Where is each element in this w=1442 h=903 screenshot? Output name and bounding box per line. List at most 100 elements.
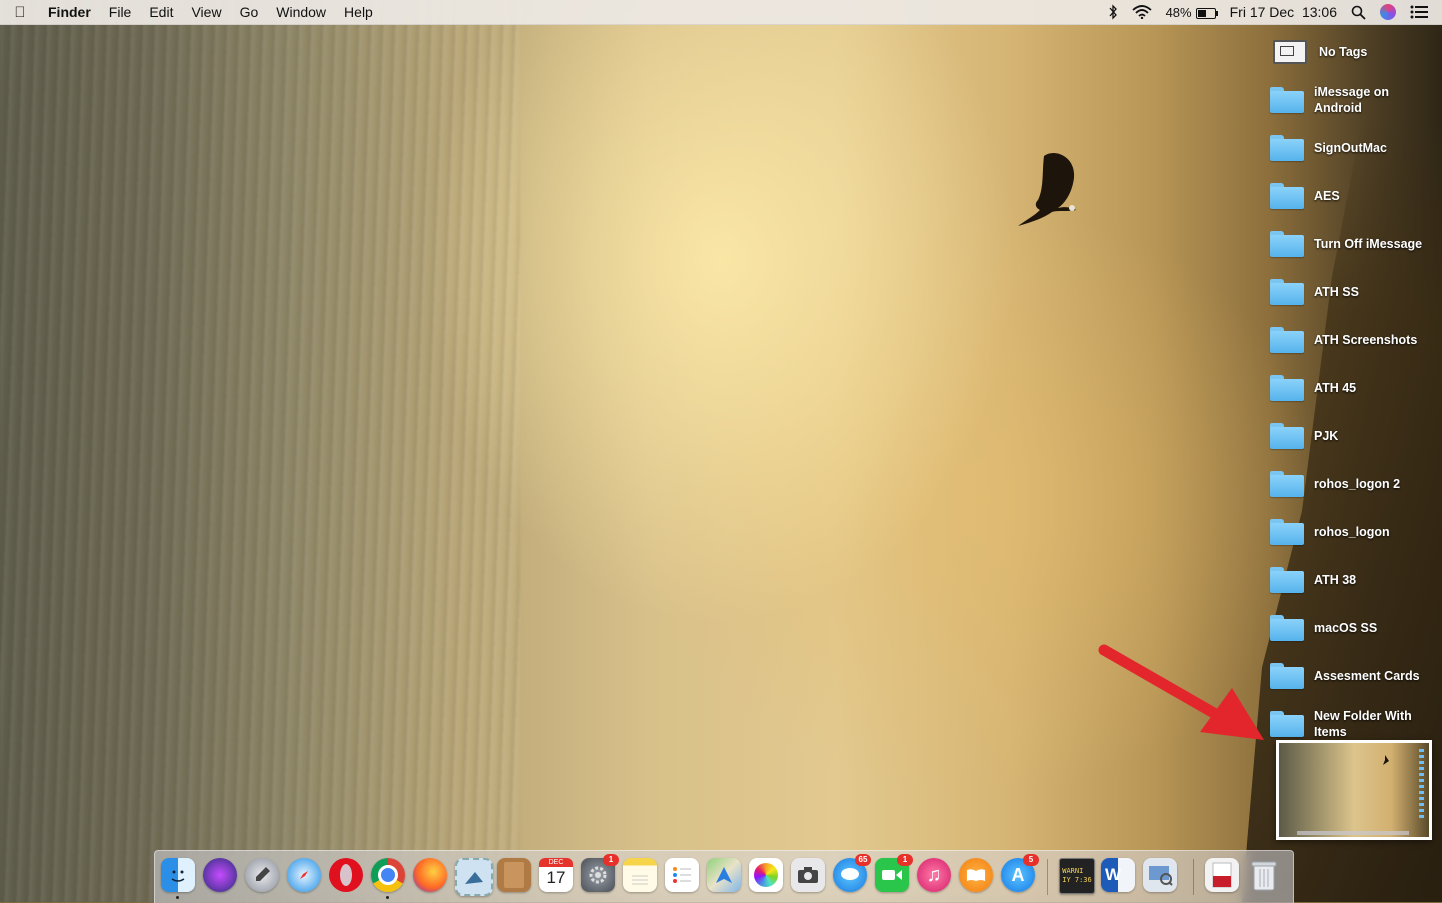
- desktop-item-no-tags[interactable]: No Tags: [1270, 30, 1442, 74]
- desktop-item-label: ATH 45: [1314, 381, 1357, 395]
- folder-icon: [1270, 519, 1304, 545]
- menu-file[interactable]: File: [100, 4, 141, 20]
- apple-menu-icon[interactable]: : [0, 4, 40, 21]
- menu-help[interactable]: Help: [335, 4, 382, 20]
- console-text: WARNI IY 7:36: [1062, 867, 1092, 884]
- tag-icon: [1273, 40, 1307, 64]
- siri-icon[interactable]: [1380, 4, 1396, 20]
- desktop-item-label: ATH 38: [1314, 573, 1357, 587]
- menu-edit[interactable]: Edit: [140, 4, 182, 20]
- mail-icon[interactable]: [455, 858, 493, 896]
- dock: DEC 17 1 65 1 ♫ A 5 WARNI IY 7:36 W: [154, 850, 1294, 903]
- calendar-month: DEC: [539, 858, 573, 867]
- desktop-folder-macos-ss[interactable]: macOS SS: [1270, 606, 1442, 650]
- desktop-wallpaper: [0, 0, 1442, 902]
- menu-view[interactable]: View: [182, 4, 230, 20]
- chrome-icon[interactable]: [371, 858, 405, 892]
- launchpad-icon[interactable]: [245, 858, 279, 892]
- word-letter: W: [1105, 865, 1122, 884]
- opera-icon[interactable]: [329, 858, 363, 892]
- folder-icon: [1270, 231, 1304, 257]
- desktop-folder-ath-45[interactable]: ATH 45: [1270, 366, 1442, 410]
- finder-running-indicator: [176, 896, 179, 899]
- clock[interactable]: Fri 17 Dec 13:06: [1230, 4, 1337, 20]
- eagle-image: [1018, 152, 1076, 226]
- desktop-folder-aes[interactable]: AES: [1270, 174, 1442, 218]
- screenshot-app-icon[interactable]: [791, 858, 825, 892]
- folder-icon: [1270, 663, 1304, 689]
- screenshot-thumbnail[interactable]: [1276, 740, 1432, 840]
- menu-finder[interactable]: Finder: [40, 4, 100, 20]
- desktop-item-label: rohos_logon 2: [1314, 477, 1401, 491]
- desktop-item-label: New Folder With Items: [1314, 709, 1412, 739]
- desktop-folder-signoutmac[interactable]: SignOutMac: [1270, 126, 1442, 170]
- dock-separator: [1193, 859, 1194, 895]
- facetime-icon[interactable]: 1: [875, 854, 913, 892]
- desktop-folder-ath-38[interactable]: ATH 38: [1270, 558, 1442, 602]
- music-icon[interactable]: ♫: [917, 858, 951, 892]
- bluetooth-icon[interactable]: [1108, 4, 1118, 20]
- notes-icon[interactable]: [623, 858, 657, 892]
- desktop-item-label: Assesment Cards: [1314, 669, 1420, 683]
- annotation-arrow-icon: [1098, 644, 1264, 740]
- desktop-folder-imessage-on-android[interactable]: iMessage on Android: [1270, 78, 1442, 122]
- desktop-folder-ath-ss[interactable]: ATH SS: [1270, 270, 1442, 314]
- trash-icon[interactable]: [1247, 858, 1281, 892]
- battery-status[interactable]: 48%: [1166, 5, 1218, 20]
- calendar-day: 17: [546, 868, 566, 887]
- app-store-icon[interactable]: A 5: [1001, 854, 1039, 892]
- desktop-folder-rohos-logon[interactable]: rohos_logon: [1270, 510, 1442, 554]
- system-preferences-badge: 1: [603, 854, 619, 866]
- desktop-item-label: rohos_logon: [1314, 525, 1390, 539]
- desktop-item-label: ATH SS: [1314, 285, 1359, 299]
- console-icon[interactable]: WARNI IY 7:36: [1059, 858, 1095, 894]
- folder-icon: [1270, 279, 1304, 305]
- folder-icon: [1270, 183, 1304, 209]
- desktop-folder-ath-screenshots[interactable]: ATH Screenshots: [1270, 318, 1442, 362]
- firefox-icon[interactable]: [413, 858, 447, 892]
- thumbnail-eagle-icon: [1383, 755, 1389, 765]
- menu-bar:  Finder File Edit View Go Window Help 4…: [0, 0, 1442, 25]
- desktop-folder-turn-off-imessage[interactable]: Turn Off iMessage: [1270, 222, 1442, 266]
- thumbnail-desktop-icons: [1419, 749, 1424, 819]
- photos-icon[interactable]: [749, 858, 783, 892]
- calendar-icon[interactable]: DEC 17: [539, 858, 573, 892]
- folder-icon: [1270, 711, 1304, 737]
- facetime-badge: 1: [897, 854, 913, 866]
- preview-icon[interactable]: [1143, 858, 1177, 892]
- thumbnail-dock: [1297, 831, 1409, 835]
- reminders-icon[interactable]: [665, 858, 699, 892]
- system-preferences-icon[interactable]: 1: [581, 854, 619, 892]
- desktop-folder-rohos-logon-2[interactable]: rohos_logon 2: [1270, 462, 1442, 506]
- desktop-folder-pjk[interactable]: PJK: [1270, 414, 1442, 458]
- spotlight-search-icon[interactable]: [1351, 5, 1366, 20]
- folder-icon: [1270, 471, 1304, 497]
- finder-icon[interactable]: [161, 858, 195, 892]
- downloads-stack-icon[interactable]: [1205, 858, 1239, 892]
- desktop-item-label: PJK: [1314, 429, 1339, 443]
- notification-center-icon[interactable]: [1410, 5, 1428, 19]
- menu-go[interactable]: Go: [231, 4, 268, 20]
- wifi-icon[interactable]: [1131, 5, 1152, 19]
- maps-icon[interactable]: [707, 858, 741, 892]
- folder-icon: [1270, 135, 1304, 161]
- safari-icon[interactable]: [287, 858, 321, 892]
- folder-icon: [1270, 615, 1304, 641]
- contacts-icon[interactable]: [497, 858, 531, 892]
- messages-badge: 65: [855, 854, 871, 866]
- desktop-item-label: ATH Screenshots: [1314, 333, 1418, 347]
- menu-window[interactable]: Window: [267, 4, 335, 20]
- battery-icon: [1195, 7, 1218, 19]
- siri-dock-icon[interactable]: [203, 858, 237, 892]
- chrome-running-indicator: [386, 896, 389, 899]
- desktop-folder-assesment-cards[interactable]: Assesment Cards: [1270, 654, 1442, 698]
- folder-icon: [1270, 567, 1304, 593]
- desktop-item-label: SignOutMac: [1314, 141, 1387, 155]
- dock-separator: [1047, 859, 1048, 895]
- waterfall-texture: [0, 0, 520, 902]
- books-icon[interactable]: [959, 858, 993, 892]
- microsoft-word-icon[interactable]: W: [1101, 858, 1135, 892]
- messages-icon[interactable]: 65: [833, 854, 871, 892]
- folder-icon: [1270, 327, 1304, 353]
- desktop-item-label: No Tags: [1319, 45, 1368, 59]
